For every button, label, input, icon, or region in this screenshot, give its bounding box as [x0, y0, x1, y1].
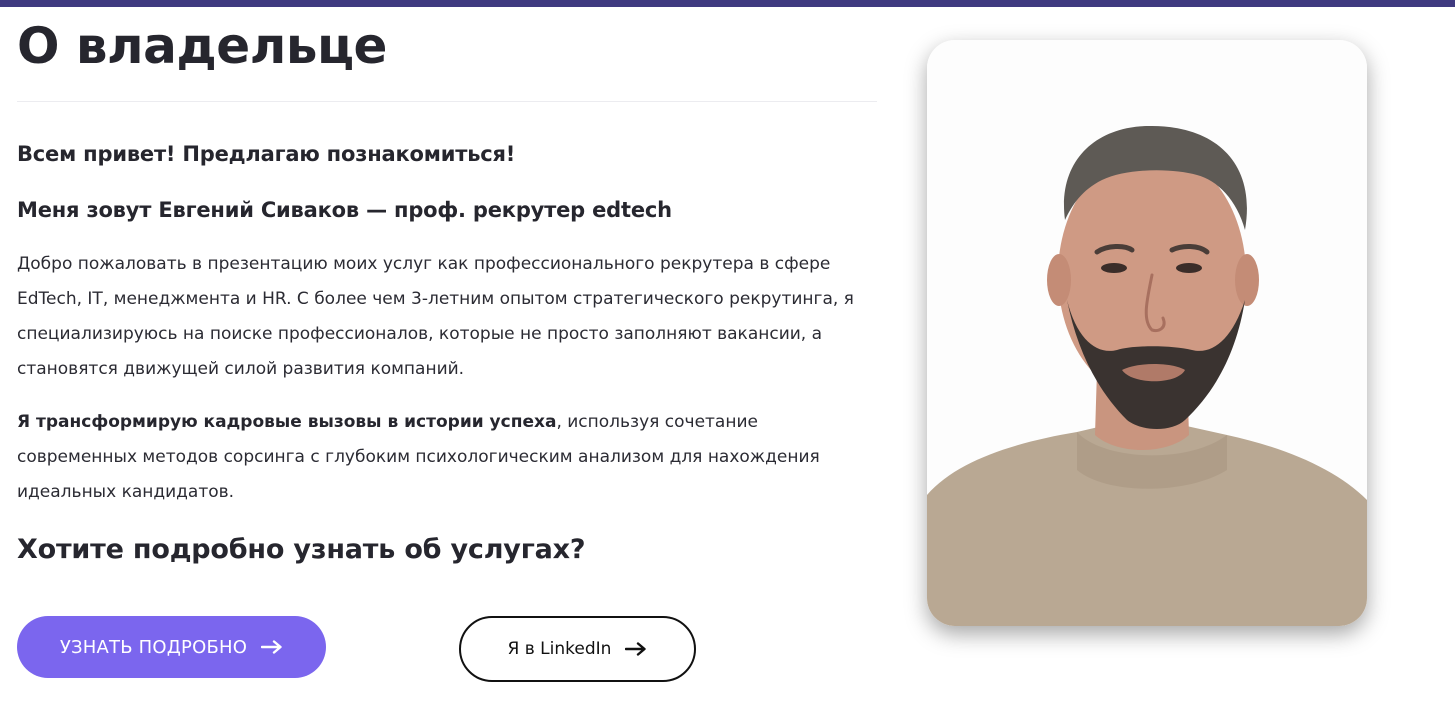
- owner-photo: [927, 40, 1367, 626]
- linkedin-button[interactable]: Я в LinkedIn: [459, 616, 696, 682]
- arrow-right-icon: [625, 642, 647, 656]
- learn-more-button[interactable]: УЗНАТЬ ПОДРОБНО: [17, 616, 326, 678]
- learn-more-button-label: УЗНАТЬ ПОДРОБНО: [59, 636, 248, 658]
- greeting-heading: Всем привет! Предлагаю познакомиться!: [17, 142, 516, 166]
- about-paragraph-2: Я трансформирую кадровые вызовы в истори…: [17, 405, 857, 510]
- intro-heading: Меня зовут Евгений Сиваков — проф. рекру…: [17, 198, 672, 222]
- page-title: О владельце: [17, 17, 387, 75]
- about-paragraph-1: Добро пожаловать в презентацию моих услу…: [17, 254, 854, 379]
- cta-heading: Хотите подробно узнать об услугах?: [17, 534, 586, 565]
- title-divider: [17, 101, 877, 102]
- arrow-right-icon: [261, 640, 283, 654]
- about-paragraph-2-bold: Я трансформирую кадровые вызовы в истори…: [17, 412, 557, 432]
- linkedin-button-label: Я в LinkedIn: [507, 639, 612, 659]
- top-accent-bar: [0, 0, 1455, 7]
